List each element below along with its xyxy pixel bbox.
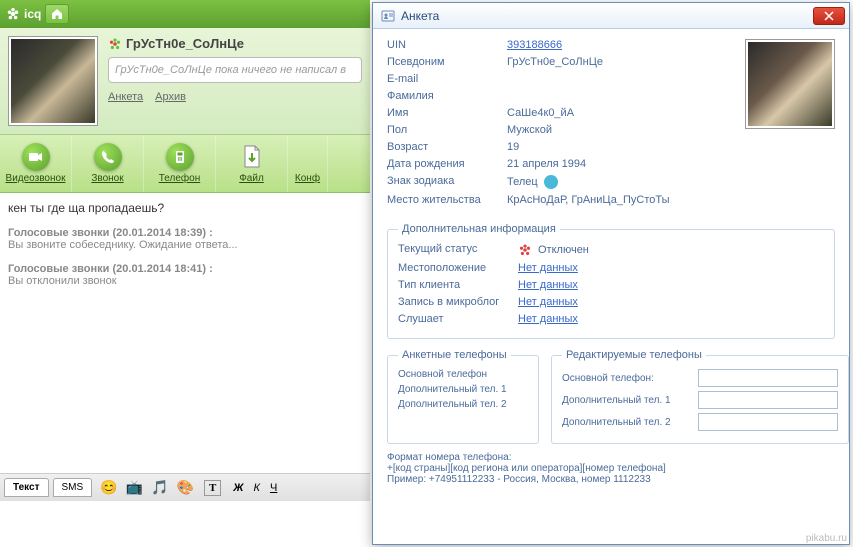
call-log-entry: Голосовые звонки (20.01.2014 18:39) : Вы… [8,227,362,251]
conference-button[interactable]: Конф [288,135,328,192]
video-call-button[interactable]: Видеозвонок [0,135,72,192]
taurus-icon [544,175,558,189]
contact-name-text: ГрУсТн0е_СоЛнЦе [126,36,244,51]
contact-name: ГрУсТн0е_СоЛнЦе [108,36,362,51]
text-tab[interactable]: Текст [4,478,49,497]
status-value: Отключен [518,243,589,257]
input-toolbar: Текст SMS 😊 📺 🎵 🎨 T Ж К Ч [0,473,370,501]
icq-flower-icon [6,7,20,21]
bold-button[interactable]: Ж [233,482,243,494]
add-phone-2-input[interactable] [698,413,838,431]
profile-card-icon [381,9,395,23]
dialpad-icon [173,150,187,164]
tv-icon[interactable]: 📺 [126,479,143,496]
birthdate-value: 21 апреля 1994 [507,158,586,170]
nickname-value: ГрУсТн0е_СоЛнЦе [507,56,603,68]
palette-icon[interactable]: 🎨 [177,479,194,496]
zodiac-link[interactable]: Телец [507,176,538,188]
file-icon [242,145,262,169]
chat-window: icq ГрУсТн0е_СоЛнЦе ГрУсТн0е_СоЛнЦе пока… [0,0,370,547]
action-toolbar: Видеозвонок Звонок Телефон Файл Конф [0,135,370,193]
chat-messages: кен ты где ща пропадаешь? Голосовые звон… [0,193,370,473]
microblog-link[interactable]: Нет данных [518,296,578,308]
italic-button[interactable]: К [253,482,259,494]
call-log-entry: Голосовые звонки (20.01.2014 18:41) : Вы… [8,263,362,287]
extra-location-link[interactable]: Нет данных [518,262,578,274]
add-phone-1-input[interactable] [698,391,838,409]
phone-format-hint: Формат номера телефона: +[код страны][ко… [387,452,835,485]
contact-avatar[interactable] [8,36,98,126]
location-value: КрАсНоДаР, ГрАниЦа_ПуСтоТы [507,194,670,206]
main-phone-input[interactable] [698,369,838,387]
dialog-title: Анкета [401,9,439,23]
close-icon [824,11,834,21]
file-button[interactable]: Файл [216,135,288,192]
message-text: кен ты где ща пропадаешь? [8,201,362,215]
home-icon [51,8,63,20]
call-button[interactable]: Звонок [72,135,144,192]
contact-info: ГрУсТн0е_СоЛнЦе ГрУсТн0е_СоЛнЦе пока нич… [108,36,362,126]
archive-link[interactable]: Архив [155,91,186,103]
music-icon[interactable]: 🎵 [151,479,168,496]
emoji-button[interactable]: 😊 [100,479,117,496]
status-flower-icon [108,37,122,51]
gender-value: Мужской [507,124,552,136]
dialog-titlebar: Анкета [373,3,849,29]
age-value: 19 [507,141,519,153]
offline-flower-icon [518,243,532,257]
status-message[interactable]: ГрУсТн0е_СоЛнЦе пока ничего не написал в [108,57,362,83]
listens-link[interactable]: Нет данных [518,313,578,325]
profile-link[interactable]: Анкета [108,91,143,103]
client-type-link[interactable]: Нет данных [518,279,578,291]
sms-tab[interactable]: SMS [53,478,93,497]
video-icon [29,152,43,162]
chat-header: ГрУсТн0е_СоЛнЦе ГрУсТн0е_СоЛнЦе пока нич… [0,28,370,135]
dialog-body: UIN393188666 ПсевдонимГрУсТн0е_СоЛнЦе E-… [373,29,849,495]
font-button[interactable]: T [204,480,221,496]
firstname-value: СаШе4к0_йА [507,107,574,119]
editable-phones-group: Редактируемые телефоны Основной телефон:… [551,349,849,444]
titlebar: icq [0,0,370,28]
profile-phones-group: Анкетные телефоны Основной телефон Допол… [387,349,539,444]
profile-dialog: Анкета UIN393188666 ПсевдонимГрУсТн0е_Со… [372,2,850,545]
underline-button[interactable]: Ч [270,482,277,494]
home-button[interactable] [45,4,69,24]
uin-link[interactable]: 393188666 [507,39,562,51]
app-title: icq [24,7,41,21]
watermark: pikabu.ru [806,533,847,544]
extra-info-group: Дополнительная информация Текущий статус… [387,223,835,339]
profile-fields: UIN393188666 ПсевдонимГрУсТн0е_СоЛнЦе E-… [387,39,725,211]
close-button[interactable] [813,7,845,25]
profile-avatar[interactable] [745,39,835,129]
handset-icon [101,150,115,164]
phone-button[interactable]: Телефон [144,135,216,192]
